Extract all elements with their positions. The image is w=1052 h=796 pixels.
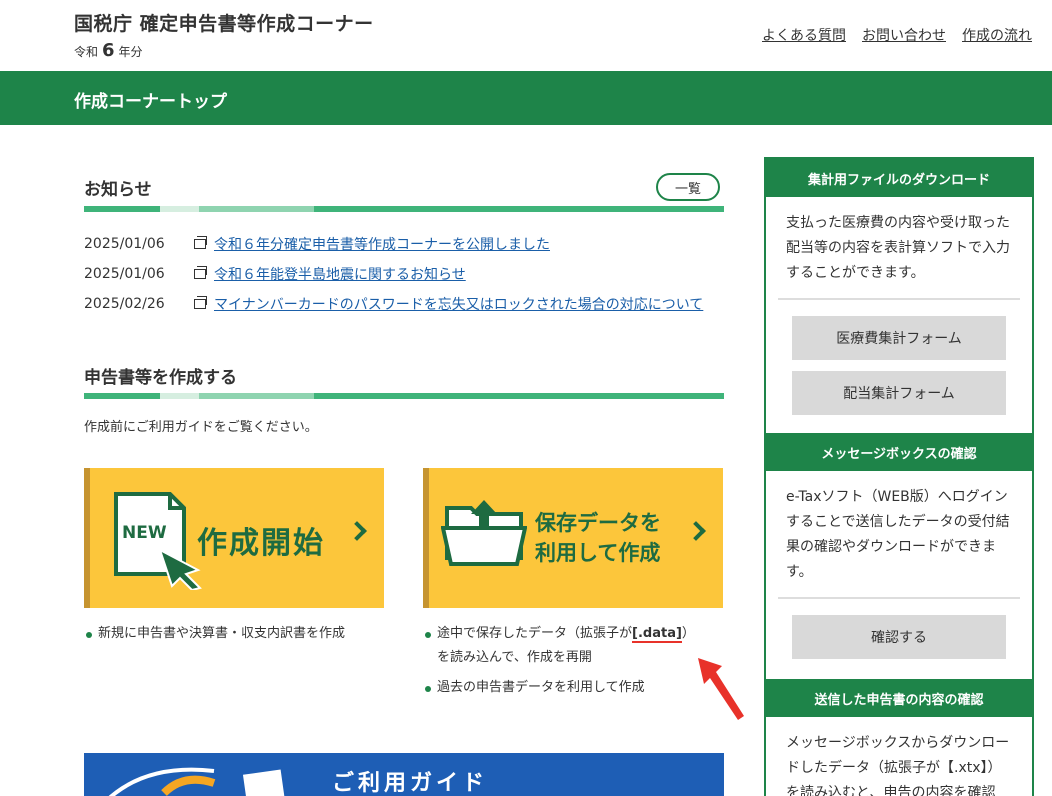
use-saved-data-button[interactable]: 保存データを 利用して作成 bbox=[423, 468, 723, 608]
guide-note: 作成前にご利用ガイドをご覧ください。 bbox=[84, 420, 318, 435]
news-title: お知らせ bbox=[84, 180, 152, 200]
messagebox-section-title: メッセージボックスの確認 bbox=[766, 433, 1032, 471]
news-link[interactable]: 令和６年分確定申告書等作成コーナーを公開しました bbox=[214, 234, 550, 254]
new-window-icon bbox=[194, 266, 207, 279]
year-number: 6 bbox=[102, 40, 115, 61]
chevron-right-icon bbox=[686, 521, 706, 541]
new-window-icon bbox=[194, 296, 207, 309]
start-new-button[interactable]: NEW 作成開始 bbox=[84, 468, 384, 608]
new-window-icon bbox=[194, 236, 207, 249]
divider bbox=[778, 597, 1020, 599]
sent-return-section-title: 送信した申告書の内容の確認 bbox=[766, 679, 1032, 717]
site-header: 国税庁 確定申告書等作成コーナー 令和 6 年分 よくある質問 お問い合わせ 作成の… bbox=[0, 0, 1052, 71]
page-title: 作成コーナートップ bbox=[74, 92, 227, 112]
flow-link[interactable]: 作成の流れ bbox=[962, 25, 1032, 45]
news-list: 2025/01/06 令和６年分確定申告書等作成コーナーを公開しました 2025… bbox=[84, 229, 703, 319]
guide-illustration-icon bbox=[108, 767, 288, 796]
news-item: 2025/02/26 マイナンバーカードのパスワードを忘失又はロックされた場合の… bbox=[84, 289, 703, 319]
era-label: 令和 bbox=[74, 45, 99, 59]
contact-link[interactable]: お問い合わせ bbox=[862, 25, 946, 45]
use-saved-data-label: 保存データを 利用して作成 bbox=[535, 508, 661, 568]
folder-upload-icon bbox=[441, 500, 527, 566]
new-tile-notes: 新規に申告書や決算書・収支内訳書を作成 bbox=[84, 622, 345, 646]
news-item: 2025/01/06 令和６年分確定申告書等作成コーナーを公開しました bbox=[84, 229, 703, 259]
sent-return-description: メッセージボックスからダウンロードしたデータ（拡張子が【.xtx】）を読み込むと… bbox=[786, 735, 1010, 796]
note-text: を読み込んで、作成を再開 bbox=[437, 650, 592, 665]
use-saved-data-label-line2: 利用して作成 bbox=[535, 541, 661, 565]
new-badge: NEW bbox=[122, 523, 167, 543]
news-title-underline bbox=[84, 206, 724, 212]
use-saved-data-label-line1: 保存データを bbox=[535, 511, 661, 535]
header-links: よくある質問 お問い合わせ 作成の流れ bbox=[762, 25, 1032, 45]
user-guide-title: ご利用ガイド bbox=[332, 771, 489, 796]
download-description: 支払った医療費の内容や受け取った配当等の内容を表計算ソフトで入力することができま… bbox=[786, 215, 1010, 281]
user-guide-banner[interactable]: ご利用ガイド bbox=[84, 753, 724, 796]
new-document-icon: NEW bbox=[114, 492, 202, 590]
site-title[interactable]: 国税庁 確定申告書等作成コーナー bbox=[74, 9, 374, 36]
news-date: 2025/01/06 bbox=[84, 266, 165, 282]
news-date: 2025/02/26 bbox=[84, 296, 165, 312]
note-item: 途中で保存したデータ（拡張子が[.data]） を読み込んで、作成を再開 bbox=[423, 622, 723, 670]
faq-link[interactable]: よくある質問 bbox=[762, 25, 846, 45]
start-new-label: 作成開始 bbox=[197, 526, 325, 561]
download-section-title: 集計用ファイルのダウンロード bbox=[766, 159, 1032, 197]
page-title-bar: 作成コーナートップ bbox=[0, 71, 1052, 125]
news-link[interactable]: マイナンバーカードのパスワードを忘失又はロックされた場合の対応について bbox=[214, 294, 703, 314]
save-tile-notes: 途中で保存したデータ（拡張子が[.data]） を読み込んで、作成を再開 過去の… bbox=[423, 622, 723, 700]
divider bbox=[778, 298, 1020, 300]
news-date: 2025/01/06 bbox=[84, 236, 165, 252]
medical-expense-form-button[interactable]: 医療費集計フォーム bbox=[792, 316, 1006, 360]
create-section-title: 申告書等を作成する bbox=[84, 368, 237, 388]
dividend-form-button[interactable]: 配当集計フォーム bbox=[792, 371, 1006, 415]
tax-year: 令和 6 年分 bbox=[74, 40, 143, 61]
news-item: 2025/01/06 令和６年能登半島地震に関するお知らせ bbox=[84, 259, 703, 289]
confirm-button[interactable]: 確認する bbox=[792, 615, 1006, 659]
note-text: 途中で保存したデータ（拡張子が bbox=[437, 626, 633, 641]
note-item: 過去の申告書データを利用して作成 bbox=[423, 676, 723, 700]
messagebox-description: e-Taxソフト（WEB版）へログインすることで送信したデータの受付結果の確認や… bbox=[786, 489, 1010, 580]
chevron-right-icon bbox=[347, 521, 367, 541]
note-text: ） bbox=[681, 626, 695, 641]
create-title-underline bbox=[84, 393, 724, 399]
annotation-arrow-icon bbox=[698, 658, 744, 720]
news-list-button[interactable]: 一覧 bbox=[656, 173, 720, 201]
side-panel: 集計用ファイルのダウンロード 支払った医療費の内容や受け取った配当等の内容を表計… bbox=[764, 157, 1034, 796]
news-link[interactable]: 令和６年能登半島地震に関するお知らせ bbox=[214, 264, 466, 284]
year-suffix: 年分 bbox=[118, 45, 143, 59]
extension-label: [.data] bbox=[632, 626, 682, 643]
note-item: 新規に申告書や決算書・収支内訳書を作成 bbox=[84, 622, 345, 646]
